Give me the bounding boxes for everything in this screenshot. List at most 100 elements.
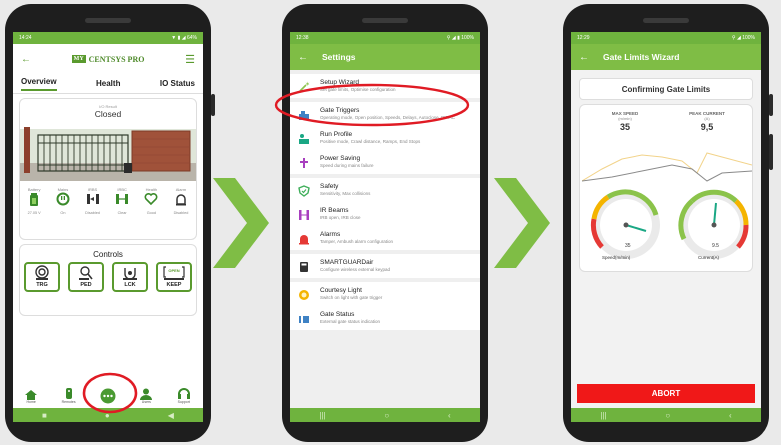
indicator-value: On [60,211,66,215]
current-gauge-label: Current(A) [698,255,720,260]
home-nav-icon[interactable]: ○ [665,411,670,420]
support-headset-icon [177,388,190,399]
settings-group-safety: Safety Sensitivity, Max collisions IR Bea… [290,178,480,250]
indicator-battery: Battery 27.05 V [28,187,41,215]
battery-icon [30,193,39,206]
nav-users[interactable]: Users [140,388,153,404]
back-arrow-icon[interactable]: ← [21,54,31,65]
abort-button[interactable]: ABORT [577,384,755,403]
nav-remotes-label: Remotes [61,400,76,404]
keep-button[interactable]: OPEN KEEP [156,262,192,292]
back-arrow-icon[interactable]: ← [298,52,308,63]
system-navbar: ||| ○ ‹ [290,408,480,422]
current-gauge [678,189,749,259]
phone-gate-limits: 12:29 ⚲ ◢ 100% ← Gate Limits Wizard Conf… [563,4,773,442]
wizard-title: Gate Limits Wizard [603,52,680,62]
tab-health[interactable]: Health [96,79,120,88]
status-icons: ⚲ ◢ 100% [731,35,755,41]
ir-beams-item[interactable]: IR Beams IRB open, IRB close [290,202,480,226]
status-time: 12:29 [577,35,590,41]
smartguard-item[interactable]: SMARTGUARDair Configure wireless external… [290,254,480,278]
tab-overview[interactable]: Overview [21,77,57,91]
recents-icon[interactable]: ||| [319,411,325,420]
gate-status-card: I/O Result Closed Battery 27.05 V Mains … [19,98,197,240]
hamburger-menu-icon[interactable]: ☰ [185,53,195,66]
indicator-irbs: IRBS Disabled [85,187,100,215]
alarm-siren-icon [175,194,186,206]
ped-button[interactable]: PED [68,262,104,292]
courtesy-light-title: Courtesy Light [320,287,362,294]
logo-text: CENTSYS PRO [88,54,145,64]
nav-remotes[interactable]: Remotes [62,388,76,404]
power-saving-title: Power Saving [320,155,361,162]
indicator-value: Disabled [173,211,189,215]
speaker [85,18,131,23]
phone-settings: 12:38 ⚲ ◢ ▮ 100% ← Settings ✶ Setup Wiza… [274,4,488,442]
logo-box: MY [71,55,86,63]
courtesy-light-item[interactable]: Courtesy Light Switch on light with gate … [290,282,480,306]
recents-icon[interactable]: ■ [42,411,47,420]
nav-home[interactable]: Home [25,390,38,404]
remote-icon [65,388,72,399]
trg-label: TRG [36,282,48,288]
safety-shield-icon [298,185,310,197]
volume-key [211,94,215,116]
gate-status-desc: External gate status indication [320,319,381,324]
wizard-appbar: ← Gate Limits Wizard [571,44,761,70]
back-nav-icon[interactable]: ‹ [448,411,451,420]
back-arrow-icon[interactable]: ← [579,52,589,63]
alarms-desc: Tamper, Ambush alarm configuration [320,239,394,244]
controls-row: TRG PED LCK OPEN KEEP [20,262,196,297]
home-icon [25,390,38,400]
nav-users-label: Users [141,400,151,404]
max-speed-metric: MAX SPEED (m/min) 35 [590,111,660,132]
trigger-icon [35,265,49,280]
indicator-alarm: Alarm Disabled [174,187,189,215]
ir-beams-desc: IRB open, IRB close [320,215,361,220]
gate-status-item[interactable]: Gate Status External gate status indicati… [290,306,480,330]
gate-limits-screen: 12:29 ⚲ ◢ 100% ← Gate Limits Wizard Conf… [571,32,761,422]
nav-support[interactable]: Support [177,388,191,404]
home-nav-icon[interactable]: ○ [384,411,389,420]
run-profile-item[interactable]: Run Profile Positive mode, Crawl distance… [290,126,480,150]
back-nav-icon[interactable]: ‹ [729,411,732,420]
recents-icon[interactable]: ||| [600,411,606,420]
nav-home-label: Home [26,400,36,404]
safety-item[interactable]: Safety Sensitivity, Max collisions [290,178,480,202]
run-profile-icon [299,134,309,144]
peak-current-value: 9,5 [700,122,714,132]
gate-image [20,127,196,181]
pedestrian-icon [79,266,93,280]
settings-title: Settings [322,52,356,62]
settings-appbar: ← Settings [290,44,480,70]
indicator-value: Clear [117,211,127,215]
gate-state: Closed [94,109,122,119]
indicator-row: Battery 27.05 V Mains On IRBS Disabled I… [20,187,196,215]
confirming-header: Confirming Gate Limits [579,78,753,100]
trg-button[interactable]: TRG [24,262,60,292]
centsys-logo: MY CENTSYS PRO [31,55,185,64]
status-icons: ⚲ ◢ ▮ 100% [446,35,474,41]
phone-overview: 14:24 ▼ ▮ ◢ 64% ← MY CENTSYS PRO ☰ Overv… [5,4,215,442]
speaker [643,18,689,23]
ir-beams-title: IR Beams [320,207,349,214]
power-saving-item[interactable]: Power Saving Speed during mains failure [290,150,480,174]
power-saving-desc: Speed during mains failure [320,163,374,168]
next-step-chevron [213,178,269,268]
system-navbar: ||| ○ ‹ [571,408,761,422]
beam-clear-icon [116,194,129,204]
mains-plug-icon [56,192,70,206]
run-profile-title: Run Profile [320,131,353,138]
lck-button[interactable]: LCK [112,262,148,292]
indicator-value: 27.05 V [27,211,41,215]
back-nav-icon[interactable]: ◀ [168,411,174,420]
ped-label: PED [80,282,92,288]
tab-io-status[interactable]: IO Status [160,79,195,88]
alarms-item[interactable]: Alarms Tamper, Ambush alarm configuration [290,226,480,250]
gate-status-icon [299,316,309,323]
speed-gauge-value: 35 [625,243,631,249]
settings-group-light: Courtesy Light Switch on light with gate … [290,282,480,330]
speed-gauge-label: Speed(m/min) [602,255,631,260]
smartguard-desc: Configure wireless external keypad [320,267,391,272]
keypad-icon [300,262,308,272]
